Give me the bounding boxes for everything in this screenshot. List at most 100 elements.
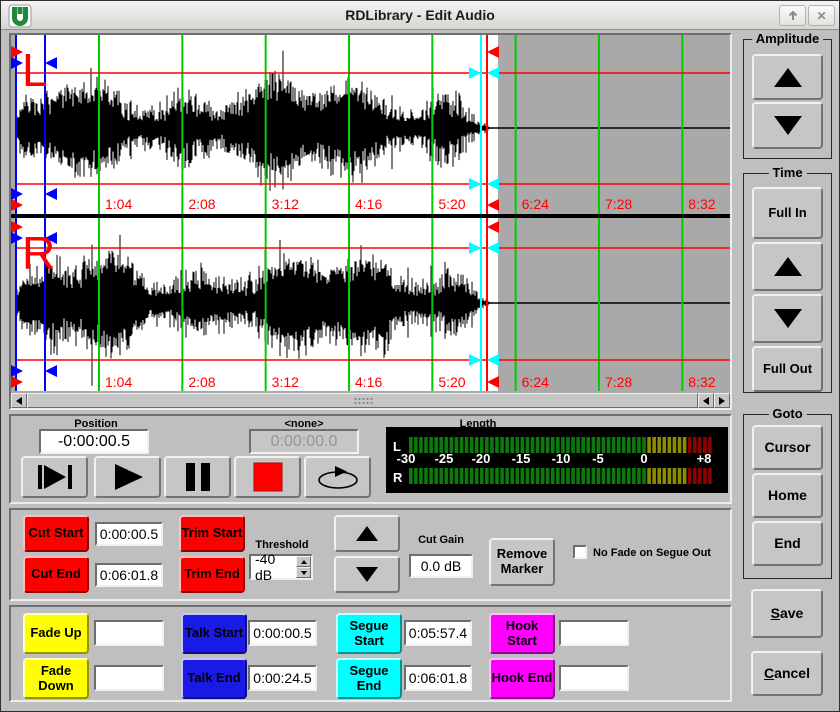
fade-up-field[interactable]: [94, 620, 164, 646]
segue-end-field[interactable]: 0:06:01.8: [404, 665, 472, 691]
goto-group: Goto Cursor Home End: [743, 414, 832, 579]
remove-marker-button[interactable]: Remove Marker: [489, 538, 555, 586]
up-arrow-icon: [774, 68, 802, 87]
hook-start-button[interactable]: Hook Start: [489, 613, 555, 654]
segue-start-field[interactable]: 0:05:57.4: [404, 620, 472, 646]
trim-end-button[interactable]: Trim End: [179, 556, 245, 593]
shade-icon: [787, 10, 799, 22]
talk-end-button[interactable]: Talk End: [181, 658, 247, 699]
threshold-up-button[interactable]: [296, 556, 311, 567]
talk-end-field[interactable]: 0:00:24.5: [248, 665, 317, 691]
scrollbar-thumb[interactable]: [27, 393, 698, 408]
scroll-back-button[interactable]: [698, 393, 714, 408]
gain-down-button[interactable]: [334, 556, 400, 593]
titlebar[interactable]: RDLibrary - Edit Audio ✕: [1, 1, 839, 30]
scroll-right-button[interactable]: [714, 393, 730, 408]
spin-up-icon: [301, 560, 307, 564]
amplitude-up-button[interactable]: [752, 54, 823, 100]
goto-home-button[interactable]: Home: [752, 473, 823, 518]
threshold-spinbox[interactable]: -40 dB: [249, 554, 313, 580]
threshold-down-button[interactable]: [296, 567, 311, 578]
save-button[interactable]: Save: [751, 589, 823, 638]
waveform-scrollbar[interactable]: [11, 393, 730, 408]
svg-text:8:32: 8:32: [688, 196, 715, 212]
scroll-right-icon: [719, 397, 725, 405]
amplitude-group: Amplitude: [743, 39, 832, 159]
svg-text:7:28: 7:28: [605, 196, 632, 212]
waveform-panel: LR1:041:042:082:083:123:124:164:165:205:…: [9, 33, 732, 410]
svg-text:3:12: 3:12: [272, 374, 299, 390]
spin-down-icon: [301, 571, 307, 575]
shade-button[interactable]: [779, 5, 806, 26]
transport-panel: Position <none> Length -0:00:00.5 0:00:0…: [9, 414, 732, 504]
down-arrow-icon: [774, 116, 802, 135]
time-zoom-out-button[interactable]: [752, 294, 823, 343]
svg-text:1:04: 1:04: [105, 374, 132, 390]
scroll-left-button[interactable]: [11, 393, 27, 408]
position-field[interactable]: -0:00:00.5: [39, 429, 149, 454]
play-icon: [111, 463, 145, 491]
svg-text:-15: -15: [512, 451, 531, 466]
svg-text:6:24: 6:24: [522, 374, 549, 390]
svg-text:-10: -10: [552, 451, 571, 466]
play-from-start-button[interactable]: [21, 456, 88, 498]
talk-start-field[interactable]: 0:00:00.5: [248, 620, 317, 646]
time-full-in-button[interactable]: Full In: [752, 187, 823, 239]
goto-cursor-button[interactable]: Cursor: [752, 425, 823, 470]
segue-start-button[interactable]: Segue Start: [336, 613, 402, 654]
svg-text:0: 0: [640, 451, 647, 466]
svg-text:5:20: 5:20: [438, 196, 465, 212]
time-full-out-button[interactable]: Full Out: [752, 346, 823, 392]
threshold-value[interactable]: -40 dB: [251, 556, 296, 578]
hook-end-field[interactable]: [559, 665, 629, 691]
scroll-left-icon: [16, 397, 22, 405]
down-arrow-icon: [356, 567, 378, 582]
trim-start-button[interactable]: Trim Start: [179, 515, 245, 552]
goto-end-button[interactable]: End: [752, 521, 823, 566]
edit-audio-window: RDLibrary - Edit Audio ✕ LR1:041:042:082…: [0, 0, 840, 712]
cut-end-button[interactable]: Cut End: [23, 556, 89, 593]
svg-text:L: L: [22, 44, 48, 96]
segue-end-button[interactable]: Segue End: [336, 658, 402, 699]
loop-button[interactable]: [304, 456, 371, 498]
pause-button[interactable]: [164, 456, 231, 498]
amplitude-down-button[interactable]: [752, 102, 823, 149]
waveform-display[interactable]: LR1:041:042:082:083:123:124:164:165:205:…: [11, 35, 730, 393]
svg-text:-20: -20: [472, 451, 491, 466]
pause-icon: [183, 462, 213, 492]
time-zoom-in-button[interactable]: [752, 242, 823, 291]
hook-start-field[interactable]: [559, 620, 629, 646]
no-fade-label: No Fade on Segue Out: [593, 547, 723, 559]
cut-start-field[interactable]: 0:00:00.5: [95, 522, 163, 546]
cut-trim-panel: Cut Start 0:00:00.5 Cut End 0:06:01.8 Tr…: [9, 508, 732, 601]
scrollbar-grip-icon: [353, 397, 372, 406]
down-arrow-icon: [774, 309, 802, 328]
cut-end-field[interactable]: 0:06:01.8: [95, 563, 163, 587]
fade-down-button[interactable]: Fade Down: [23, 658, 89, 699]
play-button[interactable]: [94, 456, 161, 498]
cut-start-button[interactable]: Cut Start: [23, 515, 89, 552]
goto-group-title: Goto: [768, 406, 806, 421]
gain-up-button[interactable]: [334, 515, 400, 552]
svg-text:-30: -30: [397, 451, 416, 466]
svg-text:3:12: 3:12: [272, 196, 299, 212]
loop-icon: [313, 464, 363, 490]
cut-gain-field[interactable]: 0.0 dB: [409, 554, 473, 578]
scroll-back-icon: [703, 397, 709, 405]
talk-start-button[interactable]: Talk Start: [181, 613, 247, 654]
svg-text:-25: -25: [435, 451, 454, 466]
hook-end-button[interactable]: Hook End: [489, 658, 555, 699]
stop-button[interactable]: [234, 456, 301, 498]
time-group-title: Time: [768, 165, 806, 180]
stop-icon: [253, 462, 283, 492]
fade-up-button[interactable]: Fade Up: [23, 613, 89, 654]
no-fade-checkbox[interactable]: [573, 545, 587, 559]
cancel-button[interactable]: Cancel: [751, 651, 823, 696]
fade-down-field[interactable]: [94, 665, 164, 691]
svg-text:7:28: 7:28: [605, 374, 632, 390]
svg-text:5:20: 5:20: [438, 374, 465, 390]
svg-text:-5: -5: [592, 451, 604, 466]
close-button[interactable]: ✕: [808, 5, 835, 26]
svg-text:8:32: 8:32: [688, 374, 715, 390]
up-arrow-icon: [774, 257, 802, 276]
